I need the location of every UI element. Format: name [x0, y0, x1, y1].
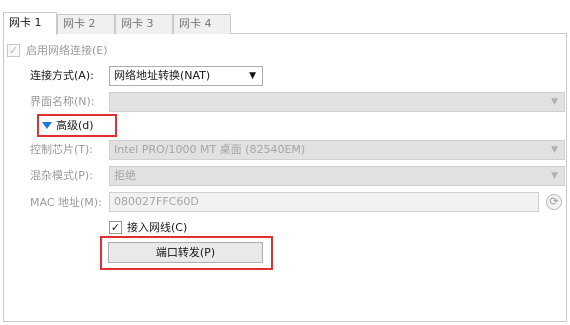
promiscuous-mode-value: 拒绝 — [114, 169, 136, 182]
adapter-type-select[interactable]: Intel PRO/1000 MT 桌面 (82540EM) ▼ — [109, 140, 565, 160]
port-forwarding-label: 端口转发(P) — [155, 246, 216, 259]
tab-label: 网卡 2 — [63, 17, 96, 30]
adapter-type-label: 控制芯片(T): — [30, 143, 94, 156]
check-icon: ✓ — [8, 44, 19, 57]
chevron-down-icon: ▼ — [551, 171, 558, 181]
chevron-down-icon: ▼ — [551, 97, 558, 107]
refresh-glyph: ⟳ — [549, 195, 559, 208]
tab-adapter-2[interactable]: 网卡 2 — [57, 14, 115, 34]
mac-address-label: MAC 地址(M): — [30, 196, 102, 209]
tab-adapter-1[interactable]: 网卡 1 — [3, 12, 57, 35]
network-settings-panel: 网卡 1 网卡 2 网卡 3 网卡 4 ✓ 启用网络连接(E) 连接方式(A):… — [0, 0, 570, 325]
adapter-tabstrip: 网卡 1 网卡 2 网卡 3 网卡 4 — [3, 12, 567, 35]
refresh-mac-icon[interactable]: ⟳ — [546, 194, 562, 210]
cable-connected-checkbox[interactable]: ✓ — [109, 221, 122, 234]
tab-page: ✓ 启用网络连接(E) 连接方式(A): 网络地址转换(NAT) ▼ 界面名称(… — [3, 34, 567, 322]
promiscuous-mode-select[interactable]: 拒绝 ▼ — [109, 166, 565, 186]
promiscuous-mode-label: 混杂模式(P): — [30, 169, 93, 182]
mac-address-value: 080027FFC60D — [114, 195, 199, 208]
attached-to-value: 网络地址转换(NAT) — [114, 69, 211, 82]
check-icon: ✓ — [110, 221, 121, 234]
name-select[interactable]: ▼ — [109, 92, 565, 112]
enable-adapter-label: 启用网络连接(E) — [26, 44, 108, 57]
expand-triangle-icon — [42, 122, 52, 129]
port-forwarding-button[interactable]: 端口转发(P) — [108, 242, 263, 263]
tab-label: 网卡 4 — [179, 17, 212, 30]
advanced-label: 高级(d) — [56, 119, 94, 132]
name-label: 界面名称(N): — [30, 95, 95, 108]
chevron-down-icon: ▼ — [551, 145, 558, 155]
tab-adapter-4[interactable]: 网卡 4 — [173, 14, 231, 34]
advanced-toggle[interactable]: 高级(d) — [42, 118, 112, 134]
tab-label: 网卡 3 — [121, 17, 154, 30]
cable-connected-label: 接入网线(C) — [127, 221, 188, 234]
adapter-type-value: Intel PRO/1000 MT 桌面 (82540EM) — [114, 143, 306, 156]
enable-adapter-checkbox[interactable]: ✓ — [7, 44, 20, 57]
tab-label: 网卡 1 — [9, 16, 42, 29]
attached-to-label: 连接方式(A): — [30, 69, 94, 82]
attached-to-select[interactable]: 网络地址转换(NAT) ▼ — [109, 66, 263, 86]
tab-adapter-3[interactable]: 网卡 3 — [115, 14, 173, 34]
mac-address-field[interactable]: 080027FFC60D — [109, 192, 539, 212]
chevron-down-icon: ▼ — [249, 71, 256, 81]
